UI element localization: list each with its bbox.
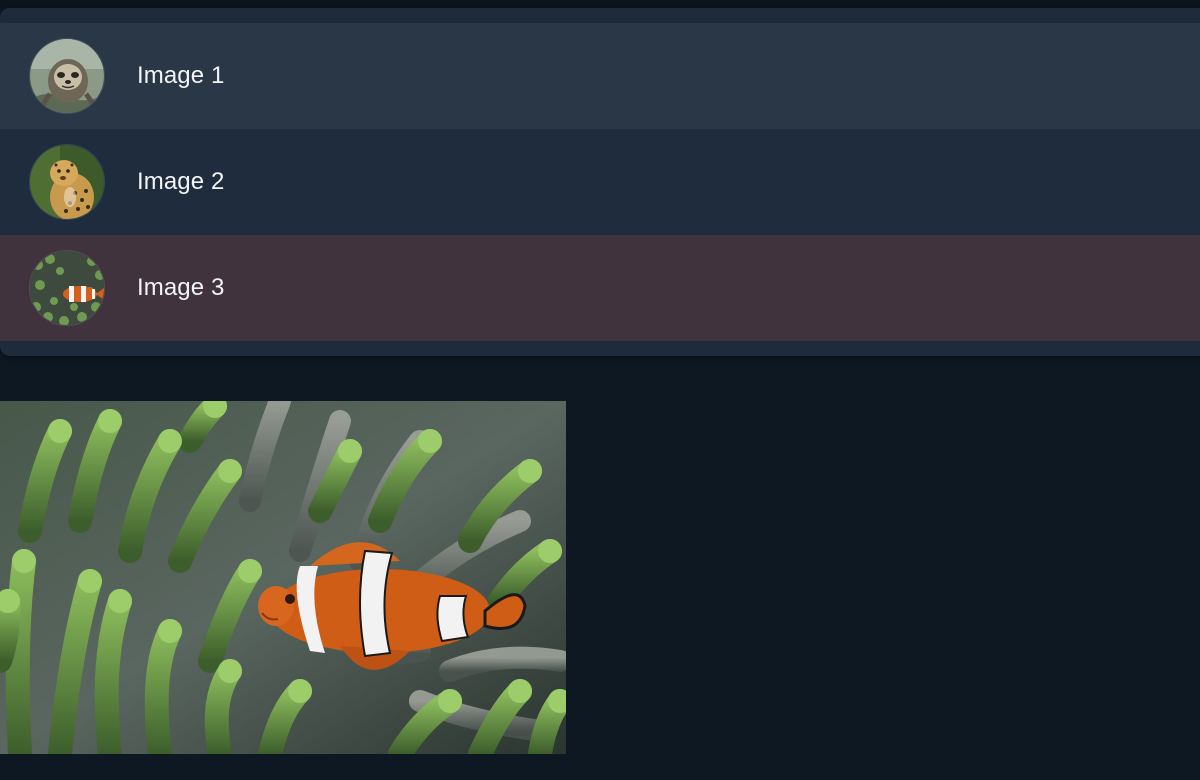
list-item-image-2[interactable]: Image 2 <box>0 129 1200 235</box>
top-strip <box>0 0 1200 8</box>
list-item-label: Image 2 <box>137 168 225 195</box>
clownfish-preview-image <box>0 401 566 754</box>
clownfish-thumbnail <box>29 250 105 326</box>
leopard-thumbnail <box>29 144 105 220</box>
image-preview <box>0 401 566 754</box>
list-item-label: Image 1 <box>137 62 225 89</box>
list-item-image-3[interactable]: Image 3 <box>0 235 1200 341</box>
list-item-label: Image 3 <box>137 274 225 301</box>
sloth-thumbnail <box>29 38 105 114</box>
image-list: Image 1 Image 2 Image 3 <box>0 8 1200 356</box>
list-item-image-1[interactable]: Image 1 <box>0 23 1200 129</box>
